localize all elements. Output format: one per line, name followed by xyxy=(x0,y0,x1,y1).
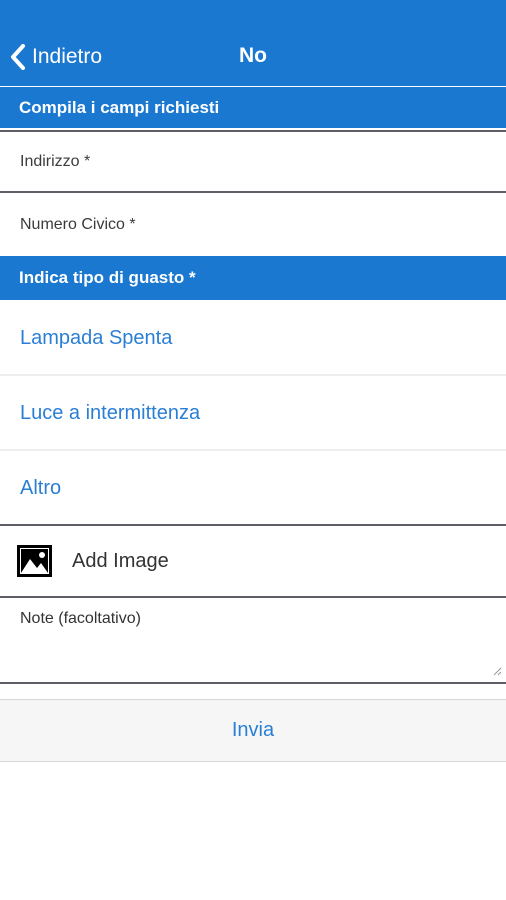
submit-label: Invia xyxy=(231,719,275,741)
address-placeholder: Indirizzo * xyxy=(20,152,91,170)
page-title: No xyxy=(239,44,267,67)
resize-grip-icon[interactable] xyxy=(492,666,502,676)
fault-option-label: Luce a intermittenza xyxy=(20,401,201,424)
submit-button[interactable]: Invia xyxy=(0,699,506,762)
street-number-placeholder: Numero Civico * xyxy=(20,215,136,233)
address-field[interactable]: Indirizzo * xyxy=(0,130,506,193)
notes-textarea-container xyxy=(0,598,506,684)
required-fields-header: Compila i campi richiesti xyxy=(0,87,506,128)
top-nav-bar: Indietro No xyxy=(0,0,506,86)
street-number-field[interactable]: Numero Civico * xyxy=(0,193,506,256)
add-image-label: Add Image xyxy=(72,549,169,572)
notes-textarea[interactable] xyxy=(0,598,506,682)
image-icon xyxy=(17,545,52,577)
fault-option-label: Altro xyxy=(20,476,62,499)
fault-option-lamp-off[interactable]: Lampada Spenta xyxy=(0,302,506,376)
app-screen: Indietro No Compila i campi richiesti In… xyxy=(0,0,506,900)
add-image-button[interactable]: Add Image xyxy=(0,526,506,598)
fault-option-label: Lampada Spenta xyxy=(20,326,173,349)
fault-option-flashing[interactable]: Luce a intermittenza xyxy=(0,377,506,451)
fault-option-other[interactable]: Altro xyxy=(0,452,506,526)
fault-type-header: Indica tipo di guasto * xyxy=(0,256,506,300)
